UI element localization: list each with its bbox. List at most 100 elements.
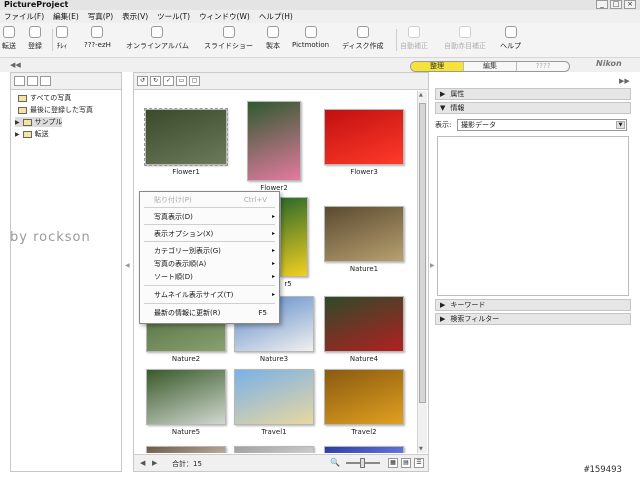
transfer-icon [3, 26, 15, 38]
photo-count: 合計：15 [172, 460, 202, 468]
window-title: PictureProject [4, 0, 69, 9]
tag-icon[interactable]: ▭ [176, 76, 187, 86]
vertical-scrollbar[interactable]: ▲ ▼ [417, 91, 427, 453]
grid-view-icon[interactable]: ▦ [388, 458, 398, 468]
section-keywords[interactable]: ▶ キーワード [435, 299, 631, 311]
register-icon [29, 26, 41, 38]
tree-item[interactable]: ▶ サンプル [15, 117, 63, 127]
tree-item[interactable]: すべての写真 [15, 93, 71, 103]
collapse-right-icon[interactable]: ▶▶ [619, 77, 630, 85]
mode-bar: ◀◀ 整理 編集 ???? Nikon [0, 58, 640, 72]
rotate-left-icon[interactable]: ↺ [137, 76, 148, 86]
thumbnail-image[interactable] [146, 446, 226, 453]
toolbar-button-0[interactable]: 転送 [2, 26, 16, 56]
thumbnail-image[interactable] [234, 446, 314, 453]
context-menu-item[interactable]: カテゴリー別表示(G) ▸ [140, 245, 279, 257]
scroll-up-icon[interactable]: ▲ [419, 92, 423, 98]
toolbar-button-8[interactable]: ディスク作成 [342, 26, 384, 56]
context-menu-item[interactable]: サムネイル表示サイズ(T) ▸ [140, 289, 279, 301]
chevron-down-icon[interactable]: ▼ [616, 121, 625, 129]
collapse-left-icon[interactable]: ◀◀ [10, 61, 21, 69]
tree-item-label: 最後に登録した写真 [30, 106, 93, 114]
folder-pane: すべての写真最後に登録した写真 ▶ サンプル ▶ 転送 [10, 72, 122, 472]
tab-edit[interactable]: 編集 [464, 62, 517, 71]
zoom-slider-knob[interactable] [360, 458, 365, 468]
scroll-thumb[interactable] [419, 103, 426, 403]
toolbar-button-4[interactable]: オンラインアルバム [126, 26, 189, 56]
expand-arrow-icon[interactable]: ▶ [15, 131, 20, 138]
copy-icon[interactable] [40, 76, 51, 86]
thumbnail-image[interactable] [324, 296, 404, 352]
toolbar-button-9[interactable]: 自動補正 [400, 26, 428, 56]
menu-tools[interactable]: ツール(T) [157, 11, 190, 22]
toolbar-button-5[interactable]: スライドショー [204, 26, 253, 56]
thumbnail-image[interactable] [324, 446, 404, 453]
list-view-icon[interactable]: ☰ [414, 458, 424, 468]
context-menu-item[interactable]: 表示オプション(X) ▸ [140, 228, 279, 240]
menu-photo[interactable]: 写真(P) [88, 11, 113, 22]
toolbar-button-11[interactable]: ヘルプ [500, 26, 521, 56]
menu-view[interactable]: 表示(V) [122, 11, 148, 22]
context-menu-item[interactable]: 写真表示(D) ▸ [140, 211, 279, 223]
thumbnail-image[interactable] [234, 369, 314, 425]
right-splitter-icon[interactable]: ▶ [430, 262, 435, 269]
menu-separator [144, 303, 275, 304]
tree-item-label: すべての写真 [30, 94, 72, 102]
trash-icon[interactable]: ▢ [189, 76, 200, 86]
submenu-arrow-icon: ▸ [271, 273, 275, 280]
thumbnail-image[interactable] [146, 369, 226, 425]
thumbnail-image[interactable] [247, 101, 301, 181]
toolbar-button-1[interactable]: 登録 [28, 26, 42, 56]
minimize-button[interactable]: _ [596, 0, 608, 9]
menu-edit[interactable]: 編集(E) [53, 11, 79, 22]
image-id-watermark: #159493 [584, 465, 622, 475]
toolbar-button-3[interactable]: ???-ezH [84, 26, 111, 56]
scroll-down-icon[interactable]: ▼ [419, 446, 423, 452]
toolbar-button-label: Pictmotion [292, 41, 330, 49]
large-view-icon[interactable]: ▤ [401, 458, 411, 468]
next-arrow-icon[interactable]: ▶ [152, 459, 157, 467]
rotate-right-icon[interactable]: ↻ [150, 76, 161, 86]
toolbar-button-2[interactable]: ﾁﾚｨ [56, 26, 68, 56]
info-display-select[interactable]: 撮影データ ▼ [457, 119, 627, 131]
shortcut-label: Ctrl+V [243, 196, 267, 204]
section-attributes[interactable]: ▶ 属性 [435, 88, 631, 100]
context-menu-item[interactable]: 最新の情報に更新(R) F5 [140, 307, 279, 319]
new-folder-icon[interactable] [14, 76, 25, 86]
tree-item[interactable]: 最後に登録した写真 [15, 105, 93, 115]
left-splitter-icon[interactable]: ◀ [125, 262, 130, 269]
tab-organize[interactable]: 整理 [411, 62, 464, 71]
section-search-filter[interactable]: ▶ 検索フィルター [435, 313, 631, 325]
toolbar-button-10[interactable]: 自動赤目補正 [444, 26, 486, 56]
check-icon[interactable]: ✓ [163, 76, 174, 86]
folder-icon [22, 118, 32, 126]
toolbar-separator [52, 29, 53, 51]
context-menu-item[interactable]: ソート順(D) ▸ [140, 271, 279, 283]
close-button[interactable]: × [624, 0, 636, 9]
context-menu-label: サムネイル表示サイズ(T) [154, 291, 234, 299]
thumbnail-image[interactable] [144, 108, 228, 166]
menu-help[interactable]: ヘルプ(H) [259, 11, 293, 22]
toolbar-button-6[interactable]: 製本 [266, 26, 280, 56]
thumbnail-image[interactable] [324, 109, 404, 165]
open-folder-icon[interactable] [27, 76, 38, 86]
section-info[interactable]: ▼ 情報 [435, 102, 631, 114]
prev-arrow-icon[interactable]: ◀ [140, 459, 145, 467]
maximize-button[interactable]: □ [610, 0, 622, 9]
toolbar-separator [396, 29, 397, 51]
toolbar-button-7[interactable]: Pictmotion [292, 26, 329, 56]
thumbnail-image[interactable] [324, 369, 404, 425]
thumbnail-image[interactable] [280, 197, 308, 277]
context-menu-item[interactable]: 写真の表示順(A) ▸ [140, 258, 279, 270]
tree-item[interactable]: ▶ 転送 [15, 129, 49, 139]
rotate-icon [56, 26, 68, 38]
toolbar-button-label: スライドショー [204, 42, 253, 50]
zoom-icon: 🔍 [330, 458, 340, 467]
tab-unknown[interactable]: ???? [517, 62, 569, 71]
toolbar-button-label: ヘルプ [500, 42, 521, 50]
expand-arrow-icon[interactable]: ▶ [15, 119, 20, 126]
menu-window[interactable]: ウィンドウ(W) [199, 11, 250, 22]
thumbnail-label: Nature5 [171, 428, 201, 436]
menu-file[interactable]: ファイル(F) [4, 11, 44, 22]
thumbnail-image[interactable] [324, 206, 404, 262]
